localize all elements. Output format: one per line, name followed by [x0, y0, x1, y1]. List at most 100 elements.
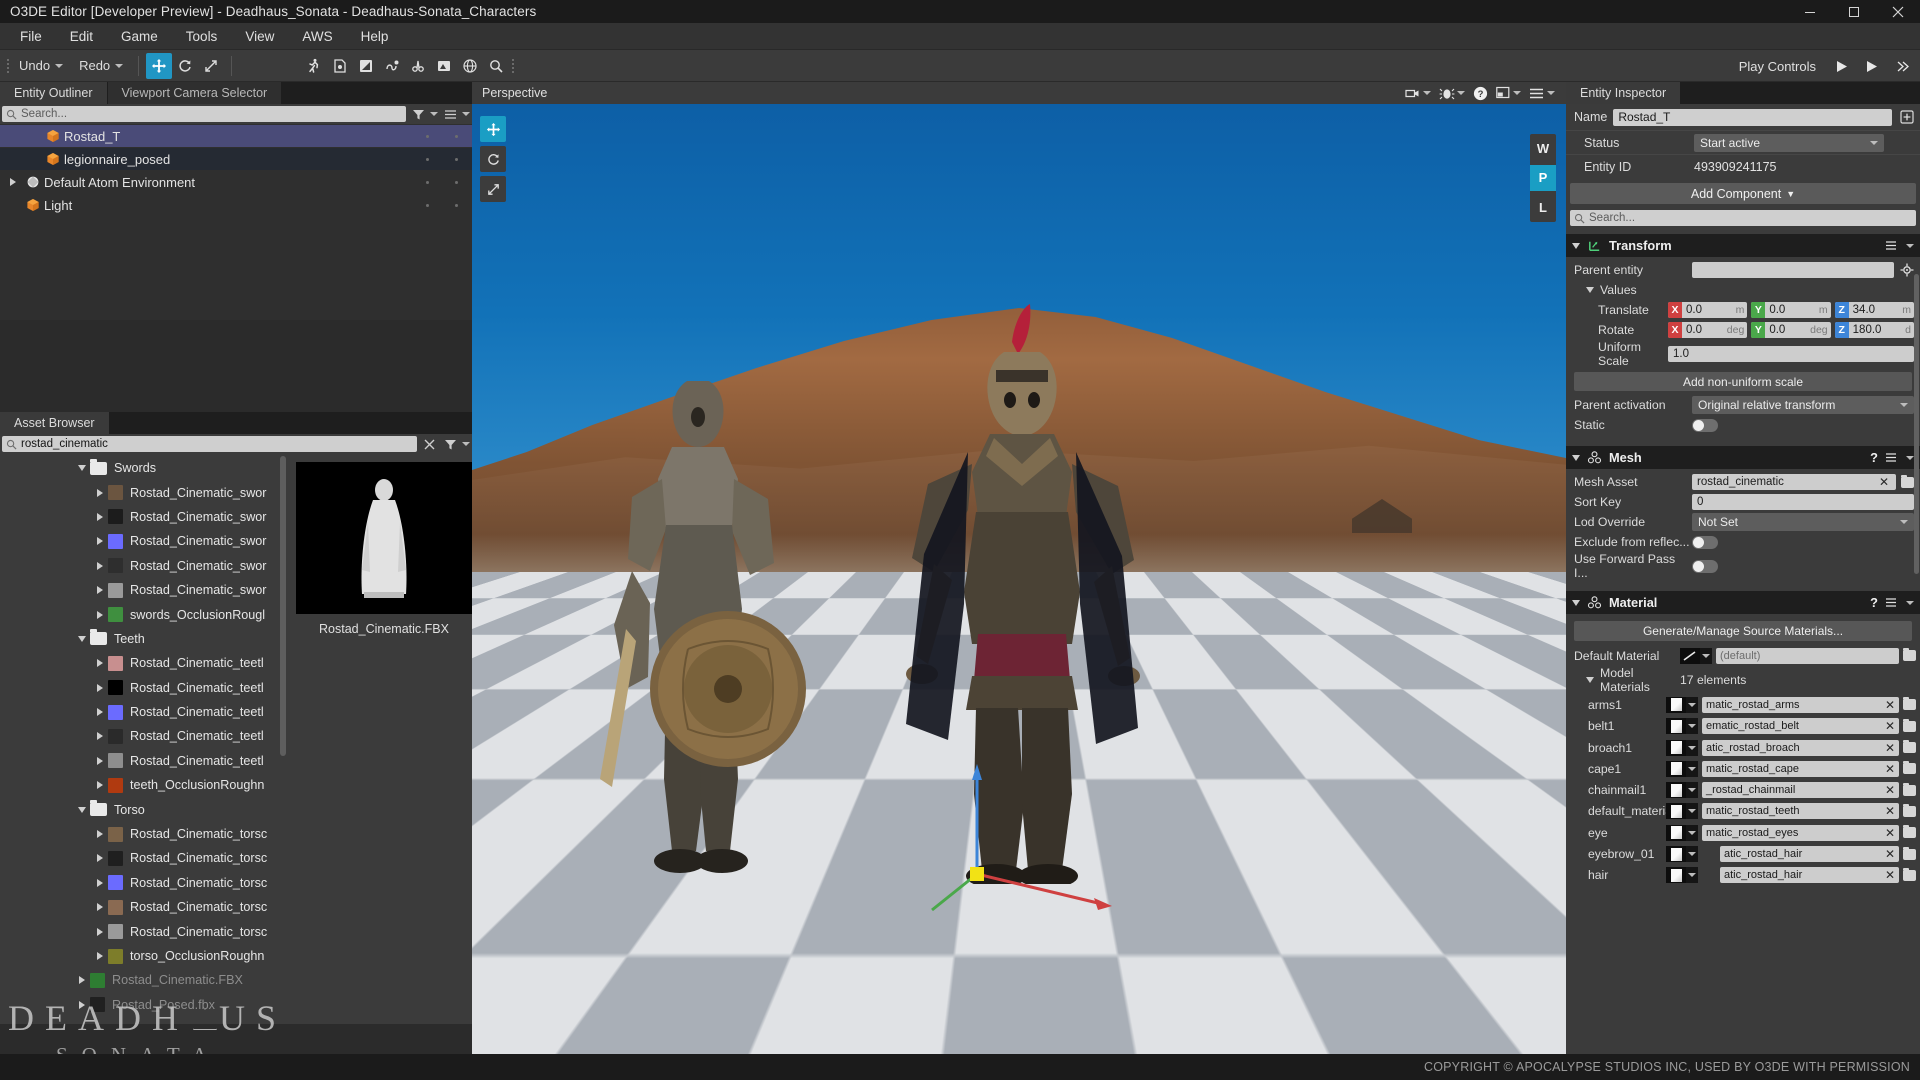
- asset-folder-row[interactable]: Swords: [0, 456, 288, 480]
- static-toggle[interactable]: [1692, 418, 1718, 432]
- space-parent-button[interactable]: P: [1530, 164, 1556, 191]
- play-maximized-button[interactable]: [1856, 53, 1886, 79]
- translate-x-field[interactable]: X 0.0 m: [1668, 302, 1748, 318]
- environment-button[interactable]: [353, 53, 379, 79]
- outliner-filter-chevron-icon[interactable]: [430, 112, 438, 116]
- material-slot-dropdown[interactable]: [1686, 846, 1698, 863]
- space-local-button[interactable]: L: [1530, 194, 1556, 220]
- material-component-header[interactable]: Material ?: [1566, 591, 1920, 614]
- add-non-uniform-scale-button[interactable]: Add non-uniform scale: [1574, 372, 1912, 391]
- entity-row-toggles[interactable]: [426, 134, 458, 138]
- mesh-component-header[interactable]: Mesh ?: [1566, 446, 1920, 469]
- search-tool-button[interactable]: [483, 53, 509, 79]
- asset-expand-toggle[interactable]: [92, 903, 108, 912]
- material-slot-thumbnail[interactable]: [1666, 782, 1686, 799]
- asset-expand-toggle[interactable]: [92, 683, 108, 692]
- asset-item-row[interactable]: Rostad_Cinematic_teetl: [0, 700, 288, 724]
- play-game-button[interactable]: [301, 53, 327, 79]
- asset-expand-toggle[interactable]: [92, 610, 108, 619]
- move-tool-button[interactable]: [146, 52, 173, 79]
- play-button[interactable]: [1826, 53, 1856, 79]
- material-slot-thumbnail[interactable]: [1666, 718, 1686, 735]
- asset-item-row[interactable]: Rostad_Cinematic_swor: [0, 505, 288, 529]
- physics-button[interactable]: [379, 53, 405, 79]
- material-slot-dropdown[interactable]: [1686, 718, 1698, 735]
- inspector-search-input[interactable]: Search...: [1570, 210, 1916, 226]
- asset-expand-toggle[interactable]: [92, 659, 108, 668]
- clear-x-icon[interactable]: ✕: [1883, 762, 1897, 776]
- material-slot-dropdown[interactable]: [1686, 696, 1698, 713]
- outliner-search-input[interactable]: Search...: [2, 106, 406, 122]
- material-slot-thumbnail[interactable]: [1666, 739, 1686, 756]
- clear-x-icon[interactable]: ✕: [1883, 847, 1897, 861]
- browse-folder-icon[interactable]: [1901, 474, 1914, 488]
- asset-item-row[interactable]: Rostad_Posed.fbx: [0, 993, 288, 1017]
- browse-folder-icon[interactable]: [1903, 803, 1916, 817]
- add-to-favorites-button[interactable]: [1898, 109, 1916, 126]
- browse-folder-icon[interactable]: [1903, 867, 1916, 881]
- terrain-button[interactable]: [431, 53, 457, 79]
- toolbar-overflow-button[interactable]: [1886, 53, 1916, 79]
- asset-expand-toggle[interactable]: [74, 976, 90, 985]
- clear-x-icon[interactable]: ✕: [1883, 804, 1897, 818]
- outliner-filter-button[interactable]: [409, 106, 427, 123]
- default-material-dropdown[interactable]: [1700, 647, 1712, 664]
- asset-item-row[interactable]: Rostad_Cinematic_teetl: [0, 676, 288, 700]
- simulate-button[interactable]: [327, 53, 353, 79]
- material-slot-field[interactable]: atic_rostad_broach ✕: [1702, 739, 1899, 756]
- inspector-scrollbar[interactable]: [1914, 274, 1919, 574]
- asset-item-row[interactable]: Rostad_Cinematic_torsс: [0, 895, 288, 919]
- viewport-layout-button[interactable]: [1493, 83, 1524, 103]
- outliner-options-button[interactable]: [441, 106, 459, 123]
- asset-item-row[interactable]: Rostad_Cinematic_torsс: [0, 871, 288, 895]
- parent-entity-input[interactable]: [1692, 262, 1894, 278]
- rotate-mode-button[interactable]: [480, 146, 506, 172]
- help-icon[interactable]: ?: [1870, 595, 1878, 610]
- add-component-button[interactable]: Add Component ▼: [1570, 183, 1916, 204]
- entity-row-toggles[interactable]: [426, 157, 458, 161]
- menu-game[interactable]: Game: [107, 23, 172, 50]
- asset-expand-toggle[interactable]: [92, 756, 108, 765]
- material-slot-dropdown[interactable]: [1686, 803, 1698, 820]
- asset-expand-toggle[interactable]: [92, 561, 108, 570]
- entity-status-dropdown[interactable]: Start active: [1694, 133, 1884, 152]
- asset-item-row[interactable]: Rostad_Cinematic_swor: [0, 578, 288, 602]
- chevron-down-icon[interactable]: [1572, 454, 1580, 461]
- default-material-thumbnail[interactable]: [1680, 647, 1700, 664]
- asset-browser-search-input[interactable]: rostad_cinematic: [2, 436, 417, 452]
- clear-x-icon[interactable]: ✕: [1883, 719, 1897, 733]
- tab-asset-browser[interactable]: Asset Browser: [0, 412, 109, 434]
- model-materials-row[interactable]: Model Materials 17 elements: [1566, 666, 1920, 694]
- asset-item-row[interactable]: torso_OcclusionRoughn: [0, 944, 288, 968]
- material-slot-dropdown[interactable]: [1686, 739, 1698, 756]
- material-slot-field[interactable]: atic_rostad_hair ✕: [1720, 867, 1899, 884]
- material-slot-field[interactable]: matic_rostad_eyes ✕: [1702, 824, 1899, 841]
- minimize-button[interactable]: [1788, 0, 1832, 23]
- viewport-camera-button[interactable]: [1402, 83, 1434, 103]
- asset-item-row[interactable]: Rostad_Cinematic_swor: [0, 529, 288, 553]
- viewport-debug-button[interactable]: [1436, 83, 1468, 103]
- tab-viewport-camera-selector[interactable]: Viewport Camera Selector: [107, 82, 282, 104]
- transform-gizmo[interactable]: [902, 664, 1152, 914]
- exclude-reflection-toggle[interactable]: [1692, 535, 1718, 549]
- asset-expand-toggle[interactable]: [92, 708, 108, 717]
- browse-folder-icon[interactable]: [1903, 740, 1916, 754]
- tab-entity-outliner[interactable]: Entity Outliner: [0, 82, 107, 104]
- chevron-down-icon[interactable]: [1572, 599, 1580, 606]
- transform-component-header[interactable]: Transform: [1566, 234, 1920, 257]
- uniform-scale-input[interactable]: 1.0: [1668, 346, 1914, 362]
- scale-mode-button[interactable]: [480, 176, 506, 202]
- material-slot-field[interactable]: ematic_rostad_belt ✕: [1702, 718, 1899, 735]
- clear-x-icon[interactable]: ✕: [1883, 741, 1897, 755]
- asset-expand-toggle[interactable]: [92, 854, 108, 863]
- material-slot-field[interactable]: _rostad_chainmail ✕: [1702, 782, 1899, 799]
- tab-entity-inspector[interactable]: Entity Inspector: [1566, 82, 1681, 104]
- generate-source-materials-button[interactable]: Generate/Manage Source Materials...: [1574, 621, 1912, 641]
- asset-item-row[interactable]: Rostad_Cinematic_teetl: [0, 724, 288, 748]
- menu-aws[interactable]: AWS: [288, 23, 346, 50]
- asset-browser-filter-button[interactable]: [441, 436, 459, 453]
- close-button[interactable]: [1876, 0, 1920, 23]
- asset-item-row[interactable]: Rostad_Cinematic_swor: [0, 480, 288, 504]
- asset-browser-clear-button[interactable]: [420, 436, 438, 453]
- lod-override-dropdown[interactable]: Not Set: [1692, 513, 1914, 531]
